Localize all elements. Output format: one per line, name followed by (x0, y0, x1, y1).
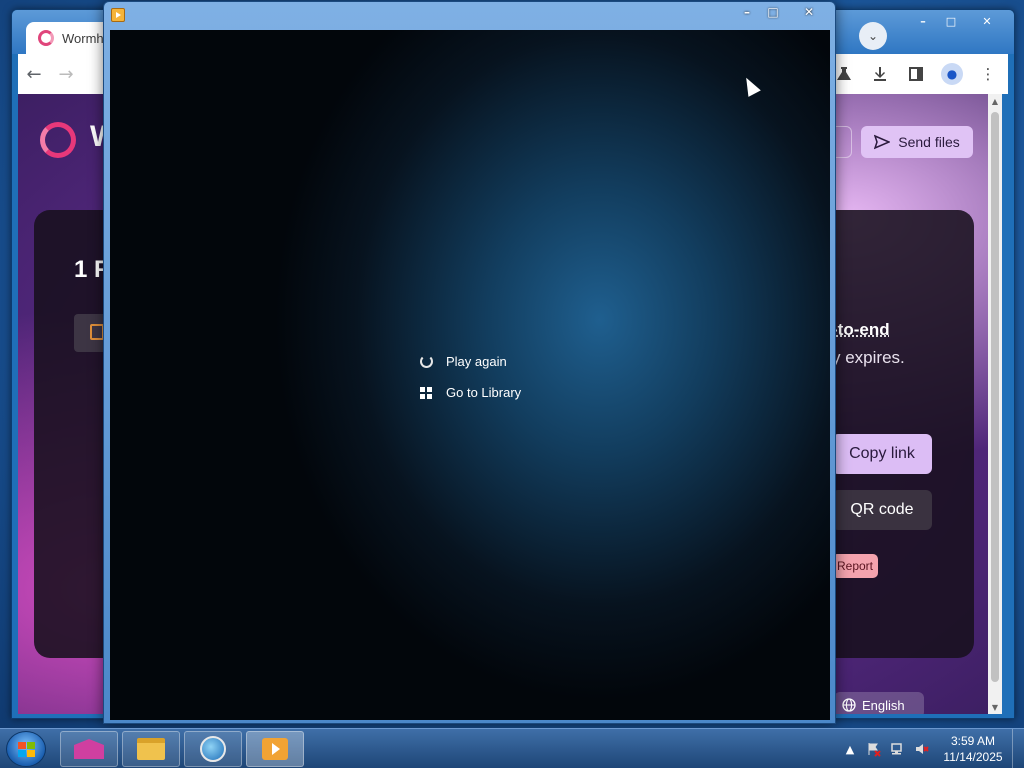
file-type-icon (90, 324, 104, 340)
language-label: English (862, 697, 905, 713)
system-tray: ▲ (842, 729, 930, 768)
browser-close-button[interactable]: ✕ (966, 12, 1008, 30)
taskbar-clock[interactable]: 3:59 AM 11/14/2025 (936, 733, 1010, 765)
clock-date: 11/14/2025 (943, 750, 1003, 764)
profile-avatar: ● (941, 63, 963, 85)
toolbar-actions: ● ⋮ (828, 58, 1004, 90)
clock-time: 3:59 AM (950, 734, 996, 748)
page-scrollbar[interactable]: ▲ ▼ (988, 94, 1002, 714)
language-selector[interactable]: English (834, 692, 924, 714)
wormhole-logo-icon[interactable] (40, 122, 76, 158)
menu-kebab-icon[interactable]: ⋮ (972, 58, 1004, 90)
play-again-label: Play again (446, 354, 507, 369)
show-desktop-button[interactable] (1012, 729, 1024, 768)
player-titlebar[interactable]: – □ ✕ (104, 2, 835, 28)
taskbar-wormhole-app[interactable] (60, 731, 118, 767)
side-panel-icon[interactable] (900, 58, 932, 90)
go-to-library-label: Go to Library (446, 385, 522, 400)
media-player-icon (262, 738, 288, 760)
taskbar-internet-explorer[interactable] (184, 731, 242, 767)
volume-muted-icon[interactable] (914, 741, 930, 757)
globe-icon (842, 698, 856, 712)
internet-explorer-icon (200, 736, 226, 762)
tray-overflow-arrow-icon[interactable]: ▲ (842, 741, 858, 757)
scroll-down-arrow-icon[interactable]: ▼ (988, 700, 1002, 714)
expiry-text: y expires. (832, 348, 905, 367)
player-window-controls: – □ ✕ (734, 2, 832, 22)
player-close-button[interactable]: ✕ (786, 2, 832, 22)
play-again-button[interactable]: Play again (418, 346, 521, 377)
media-player-window: – □ ✕ Play again Go to Library (103, 1, 836, 724)
go-to-library-button[interactable]: Go to Library (418, 377, 521, 408)
download-icon[interactable] (864, 58, 896, 90)
forward-arrow-icon[interactable]: → (50, 58, 82, 90)
wormhole-app-icon (74, 739, 104, 759)
player-video-area[interactable]: Play again Go to Library (110, 30, 830, 720)
copy-link-button[interactable]: Copy link (832, 434, 932, 474)
library-icon (418, 385, 434, 401)
player-minimize-button[interactable]: – (734, 2, 760, 22)
taskbar-file-explorer[interactable] (122, 731, 180, 767)
qr-code-button[interactable]: QR code (832, 490, 932, 530)
windows-logo-icon (18, 742, 35, 757)
action-center-flag-icon[interactable] (866, 741, 882, 757)
start-button[interactable] (6, 731, 46, 767)
browser-maximize-button[interactable]: □ (938, 12, 964, 30)
folder-icon (137, 738, 165, 760)
send-files-button[interactable]: Send files (861, 126, 973, 158)
browser-window-controls: – □ ✕ (910, 12, 1008, 30)
tab-title: Wormh (62, 30, 104, 46)
browser-minimize-button[interactable]: – (910, 12, 936, 30)
tab-search-chevron-down-icon[interactable]: ⌄ (859, 22, 887, 50)
scroll-up-arrow-icon[interactable]: ▲ (988, 94, 1002, 108)
report-button[interactable]: Report (832, 554, 878, 578)
taskbar-media-player[interactable] (246, 731, 304, 767)
send-files-label: Send files (898, 134, 960, 150)
media-player-app-icon (111, 8, 125, 22)
back-arrow-icon[interactable]: ← (18, 58, 50, 90)
player-end-menu: Play again Go to Library (418, 346, 521, 408)
replay-icon (418, 354, 434, 370)
network-icon[interactable] (890, 741, 906, 757)
scroll-thumb[interactable] (991, 112, 999, 682)
wormhole-favicon-icon (38, 30, 54, 46)
end-to-end-link[interactable]: -to-end (832, 320, 890, 340)
taskbar: ▲ 3:59 AM 11/14/2025 (0, 728, 1024, 768)
player-maximize-button[interactable]: □ (760, 2, 786, 22)
profile-icon[interactable]: ● (936, 58, 968, 90)
send-paper-plane-icon (874, 134, 891, 150)
